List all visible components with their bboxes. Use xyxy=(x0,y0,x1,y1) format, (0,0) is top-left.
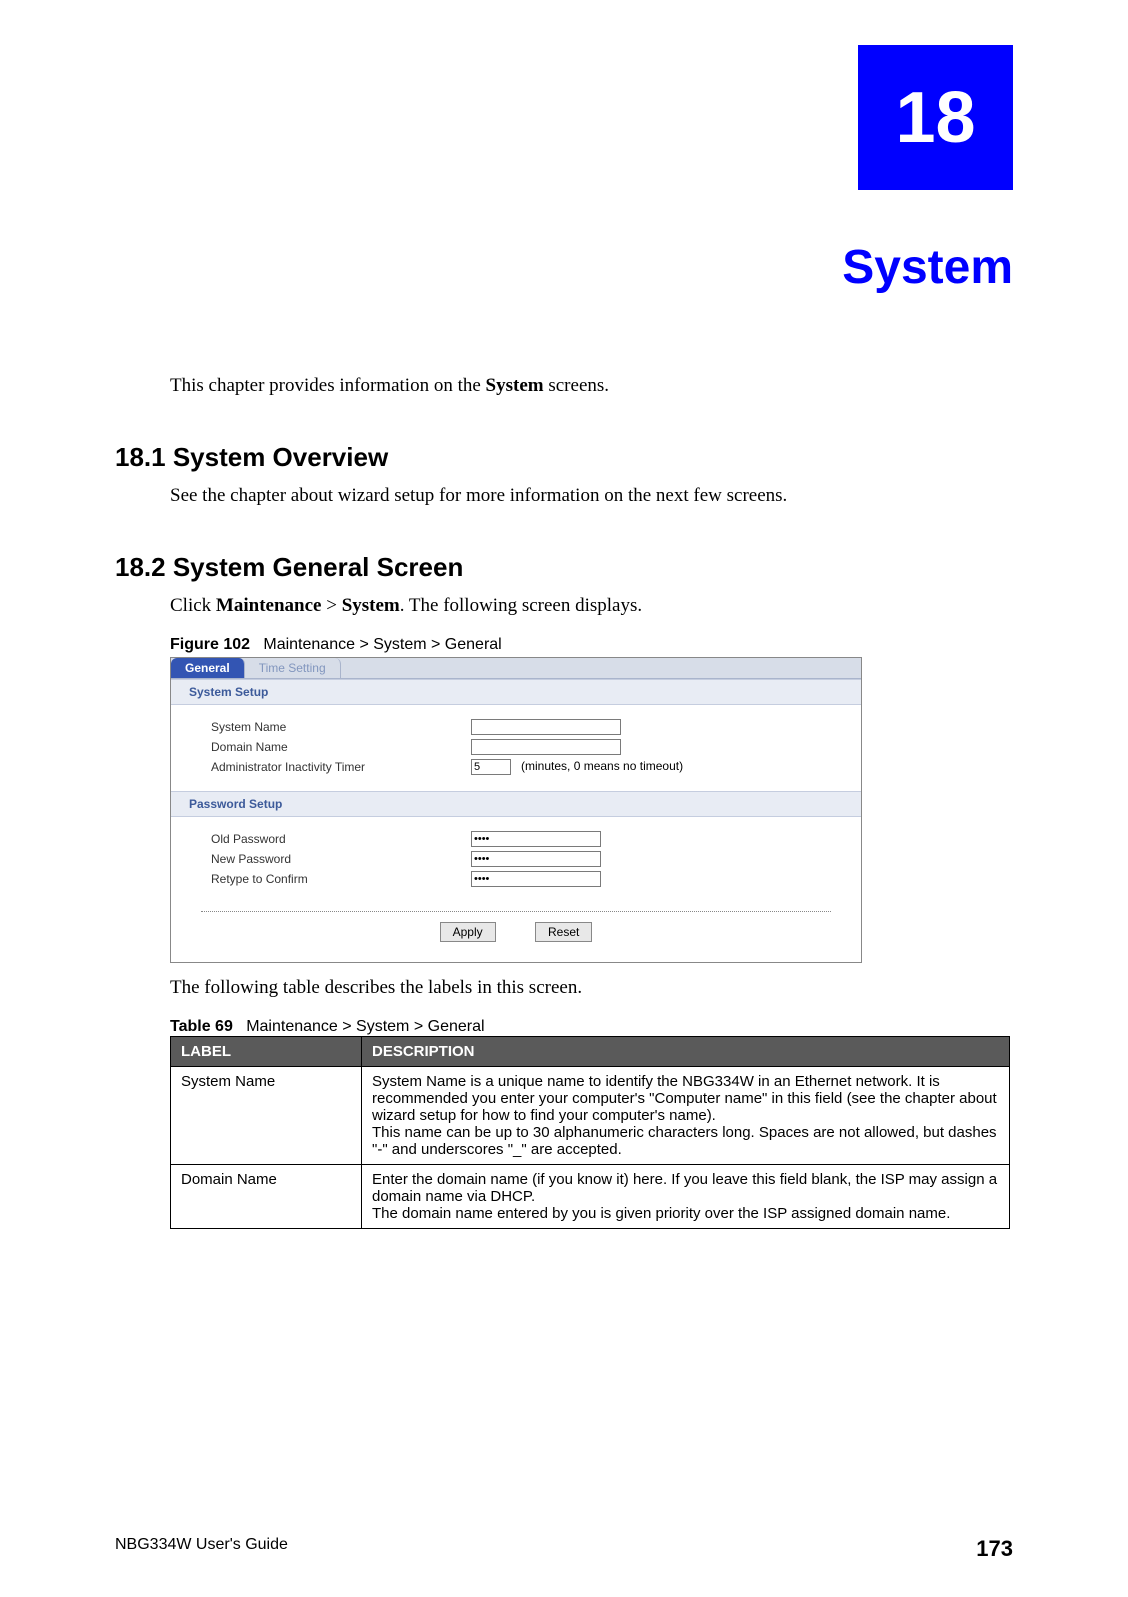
table-header-label: LABEL xyxy=(171,1037,362,1067)
intro-text-prefix: This chapter provides information on the xyxy=(170,375,486,396)
password-setup-header: Password Setup xyxy=(171,791,861,817)
desc-line: The domain name entered by you is given … xyxy=(372,1205,950,1222)
apply-button[interactable]: Apply xyxy=(440,922,496,942)
figure-caption: Figure 102 Maintenance > System > Genera… xyxy=(115,636,1013,654)
system-name-input[interactable] xyxy=(471,719,621,735)
intro-text-suffix: screens. xyxy=(544,375,609,396)
table-caption-text: Maintenance > System > General xyxy=(246,1018,484,1035)
section-18-2-heading: 18.2 System General Screen xyxy=(115,552,1013,583)
table-row: Domain Name Enter the domain name (if yo… xyxy=(171,1165,1010,1229)
domain-name-label: Domain Name xyxy=(211,740,471,754)
table-cell-label: Domain Name xyxy=(171,1165,362,1229)
system-setup-header: System Setup xyxy=(171,679,861,705)
old-password-label: Old Password xyxy=(211,832,471,846)
intro-text-bold: System xyxy=(486,375,544,396)
tab-time-setting[interactable]: Time Setting xyxy=(245,658,341,678)
section-18-2-body: Click Maintenance > System. The followin… xyxy=(115,595,1013,617)
table-label: Table 69 xyxy=(170,1018,233,1035)
desc-line: Enter the domain name (if you know it) h… xyxy=(372,1171,997,1205)
table-header-description: DESCRIPTION xyxy=(362,1037,1010,1067)
section-18-1-body: See the chapter about wizard setup for m… xyxy=(115,485,1013,507)
body-suffix: . The following screen displays. xyxy=(400,595,642,616)
desc-line: This name can be up to 30 alphanumeric c… xyxy=(372,1124,997,1158)
chapter-number: 18 xyxy=(895,77,975,159)
new-password-input[interactable] xyxy=(471,851,601,867)
button-row: Apply Reset xyxy=(201,911,831,962)
retype-password-input[interactable] xyxy=(471,871,601,887)
reset-button[interactable]: Reset xyxy=(535,922,592,942)
section-18-1-heading: 18.1 System Overview xyxy=(115,442,1013,473)
description-table: LABEL DESCRIPTION System Name System Nam… xyxy=(170,1036,1010,1229)
chapter-title: System xyxy=(115,240,1013,295)
figure-caption-text: Maintenance > System > General xyxy=(263,636,501,653)
table-row: System Name System Name is a unique name… xyxy=(171,1067,1010,1165)
inactivity-timer-label: Administrator Inactivity Timer xyxy=(211,760,471,774)
footer-guide-name: NBG334W User's Guide xyxy=(115,1536,288,1562)
figure-label: Figure 102 xyxy=(170,636,250,653)
tab-general[interactable]: General xyxy=(171,658,245,678)
desc-line: System Name is a unique name to identify… xyxy=(372,1073,997,1124)
old-password-input[interactable] xyxy=(471,831,601,847)
table-cell-description: Enter the domain name (if you know it) h… xyxy=(362,1165,1010,1229)
body-b1: Maintenance xyxy=(216,595,322,616)
retype-password-label: Retype to Confirm xyxy=(211,872,471,886)
intro-paragraph: This chapter provides information on the… xyxy=(115,375,1013,397)
inactivity-timer-input[interactable] xyxy=(471,759,511,775)
page-footer: NBG334W User's Guide 173 xyxy=(115,1536,1013,1562)
table-cell-label: System Name xyxy=(171,1067,362,1165)
table-cell-description: System Name is a unique name to identify… xyxy=(362,1067,1010,1165)
table-intro: The following table describes the labels… xyxy=(115,977,1013,999)
body-b2: System xyxy=(342,595,400,616)
tab-bar: General Time Setting xyxy=(171,658,861,679)
screenshot-panel: General Time Setting System Setup System… xyxy=(170,657,862,963)
system-name-label: System Name xyxy=(211,720,471,734)
chapter-number-box: 18 xyxy=(858,45,1013,190)
system-setup-body: System Name Domain Name Administrator In… xyxy=(171,705,861,791)
new-password-label: New Password xyxy=(211,852,471,866)
password-setup-body: Old Password New Password Retype to Conf… xyxy=(171,817,861,903)
table-caption: Table 69 Maintenance > System > General xyxy=(115,1018,1013,1036)
inactivity-timer-hint: (minutes, 0 means no timeout) xyxy=(521,759,683,773)
footer-page-number: 173 xyxy=(976,1536,1013,1562)
body-mid: > xyxy=(321,595,341,616)
domain-name-input[interactable] xyxy=(471,739,621,755)
body-prefix: Click xyxy=(170,595,216,616)
